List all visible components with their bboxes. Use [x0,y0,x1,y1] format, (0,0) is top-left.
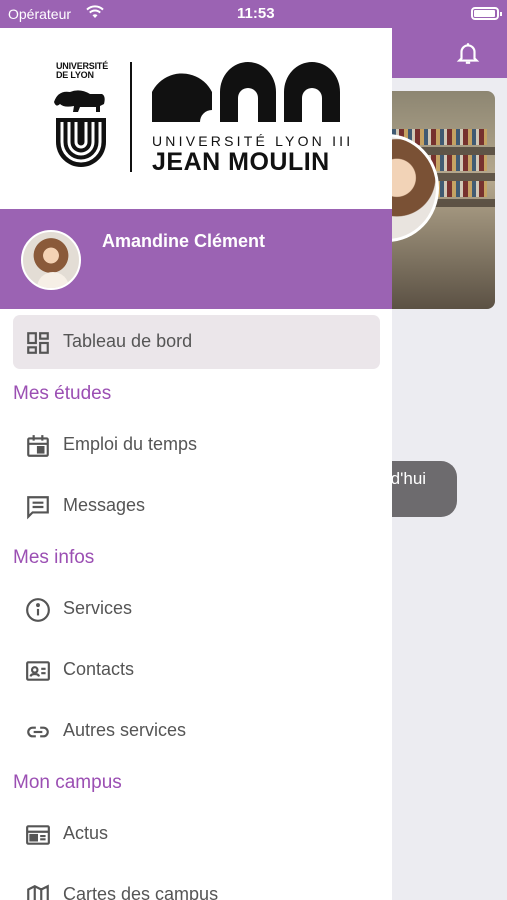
lion-emblem-icon [54,90,106,167]
message-icon [25,494,51,520]
menu-item-label: Cartes des campus [63,884,219,900]
menu-item-other-services[interactable]: Autres services [13,704,380,758]
contact-card-icon [25,658,51,684]
menu-item-news[interactable]: Actus [13,807,380,861]
calendar-icon [25,433,51,459]
link-icon [25,719,51,745]
clock: 11:53 [237,5,275,22]
dashboard-icon [25,330,51,356]
menu-item-label: Emploi du temps [63,434,198,454]
logo-university-line: UNIVERSITÉ LYON III [152,133,354,149]
section-title-campus: Mon campus [13,772,122,793]
news-icon [25,822,51,848]
map-icon [25,883,51,900]
menu-item-contacts[interactable]: Contacts [13,643,380,697]
menu-item-label: Contacts [63,659,135,679]
section-title-infos: Mes infos [13,547,95,568]
logo-left-line2: DE LYON [56,70,94,80]
menu-item-label: Messages [63,495,146,515]
carrier-label: Opérateur [8,6,72,22]
battery-icon [471,7,502,20]
profile-header[interactable]: Amandine Clément [0,209,392,309]
menu-item-label: Autres services [63,720,187,740]
lyon3-arches-icon [152,62,340,122]
menu-item-label: Actus [63,823,109,843]
wifi-icon [86,5,104,19]
section-title-studies: Mes études [13,383,112,404]
universite-de-lyon-logo: UNIVERSITÉ DE LYON [50,62,112,170]
menu-item-label: Services [63,598,133,618]
navigation-drawer: UNIVERSITÉ DE LYON UNIVERSITÉ LYON III J… [0,0,392,900]
menu-item-dashboard[interactable]: Tableau de bord [13,315,380,369]
menu-item-campus-maps[interactable]: Cartes des campus [13,868,380,900]
bell-icon[interactable] [455,40,481,66]
status-bar: Opérateur 11:53 [0,0,507,28]
logo-jean-moulin-line: JEAN MOULIN [152,148,330,176]
menu-item-schedule[interactable]: Emploi du temps [13,418,380,472]
info-icon [25,597,51,623]
user-name: Amandine Clément [102,231,266,251]
menu-item-messages[interactable]: Messages [13,479,380,533]
menu-item-label: Tableau de bord [63,331,193,351]
avatar[interactable] [21,230,81,290]
menu-item-services[interactable]: Services [13,582,380,636]
logo-divider [130,62,132,172]
university-logo: UNIVERSITÉ DE LYON UNIVERSITÉ LYON III J… [0,28,392,209]
